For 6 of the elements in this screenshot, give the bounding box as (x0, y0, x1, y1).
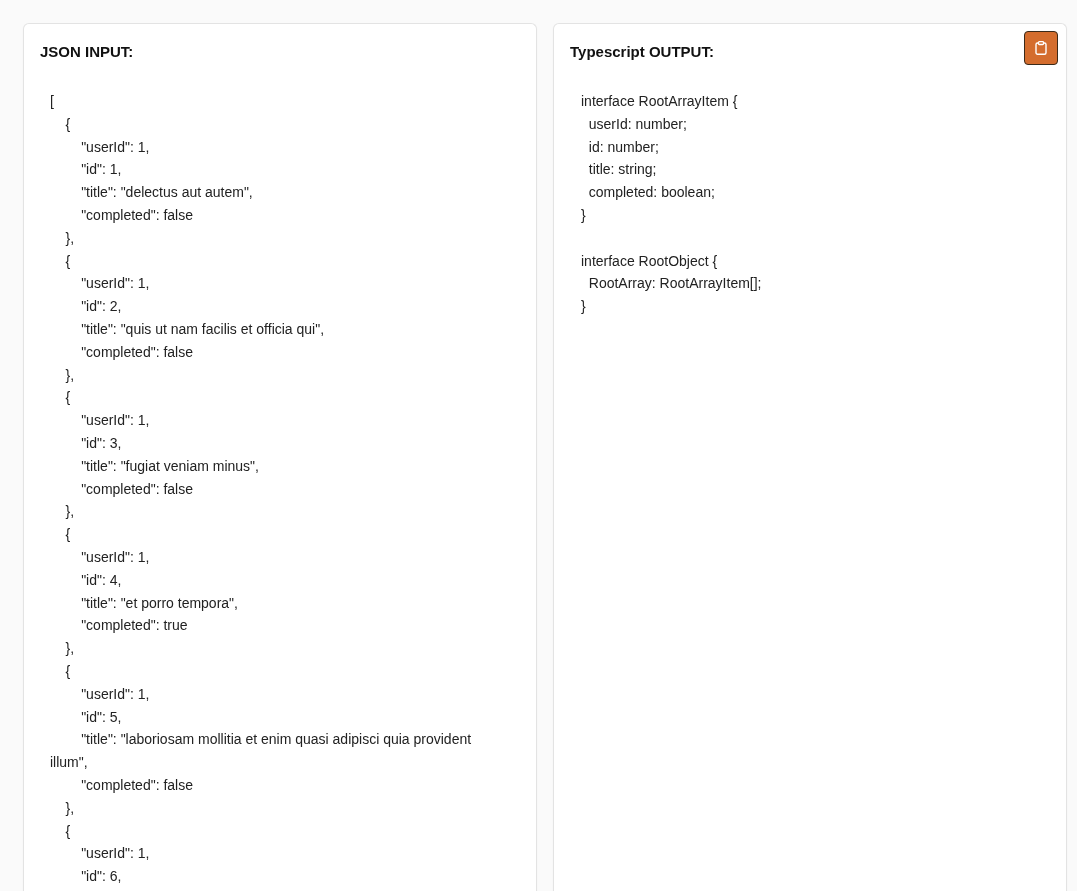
code-output: interface RootArrayItem { userId: number; id: number; title: string; completed: boolean; } (581, 92, 738, 225)
copy-button[interactable] (1024, 31, 1058, 65)
code-output: interface RootObject { RootArray: RootArrayItem[]; } (581, 251, 762, 317)
clipboard-icon (1035, 41, 1047, 55)
panel-title: JSON INPUT: (40, 42, 134, 62)
panel-title: Typescript OUTPUT: (570, 42, 714, 62)
